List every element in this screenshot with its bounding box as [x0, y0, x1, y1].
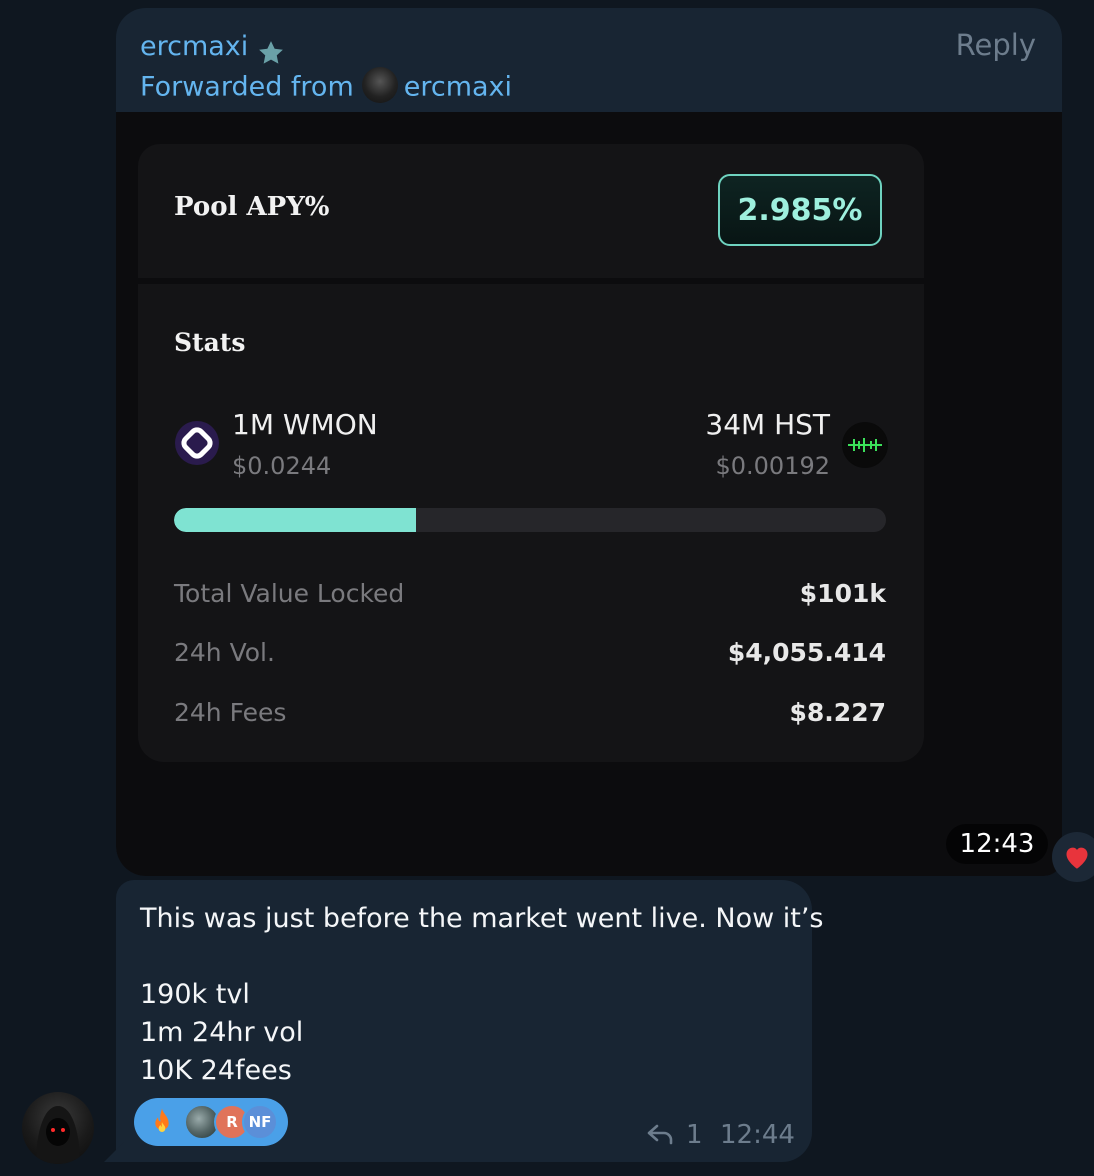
message-header: ercmaxi Reply Forwarded from ercmaxi: [116, 8, 1062, 112]
token-b-price: $0.00192: [715, 452, 830, 480]
message-time: 12:43: [946, 824, 1048, 864]
stat-label: 24h Vol.: [174, 637, 275, 667]
text-message-bubble[interactable]: This was just before the market went liv…: [116, 880, 824, 1162]
bubble-tail: [104, 1142, 124, 1162]
avatar[interactable]: [22, 1092, 94, 1164]
token-a-amount: 1M WMON: [232, 408, 378, 441]
forwarded-message-bubble[interactable]: ercmaxi Reply Forwarded from ercmaxi Pool…: [116, 8, 1062, 876]
forwarded-prefix: Forwarded from: [140, 71, 354, 103]
stats-card: Stats 1M WMON $0.0244 34M HST $0.00192 T…: [138, 284, 924, 762]
forwarded-from-line[interactable]: Forwarded from ercmaxi: [140, 67, 513, 106]
forwarded-avatar: [361, 67, 398, 103]
pool-ratio-bar: [174, 508, 886, 532]
star-icon: [259, 41, 283, 64]
message-text-line: 10K 24fees: [140, 1055, 292, 1086]
hooded-figure-icon: [36, 1106, 80, 1164]
stat-value: $4,055.414: [727, 637, 886, 667]
message-time: 12:44: [720, 1120, 795, 1150]
reactions-pill[interactable]: R NF: [134, 1098, 288, 1146]
stat-row-fees: 24h Fees $8.227: [174, 695, 886, 729]
stats-title: Stats: [174, 328, 246, 357]
message-text-line: 190k tvl: [140, 979, 250, 1010]
reply-arrow-icon[interactable]: [646, 1122, 674, 1146]
stat-label: 24h Fees: [174, 697, 287, 727]
reply-count[interactable]: 1: [686, 1120, 703, 1150]
forwarded-from-name: ercmaxi: [403, 71, 513, 103]
wmon-icon: [175, 421, 219, 465]
stat-row-tvl: Total Value Locked $101k: [174, 576, 886, 610]
stat-label: Total Value Locked: [174, 578, 405, 608]
stat-value: $101k: [799, 578, 886, 608]
chat-view: ercmaxi Reply Forwarded from ercmaxi Pool…: [0, 0, 1094, 1176]
stat-value: $8.227: [789, 697, 886, 727]
message-text-line: 1m 24hr vol: [140, 1017, 304, 1048]
reply-button[interactable]: Reply: [956, 28, 1036, 62]
heart-icon: [1066, 847, 1088, 869]
token-b-amount: 34M HST: [705, 408, 830, 441]
heart-reaction[interactable]: [1052, 832, 1094, 882]
pool-ratio-fill: [174, 508, 417, 532]
pool-apy-card: Pool APY% 2.985%: [138, 144, 924, 278]
hst-icon: [842, 422, 888, 468]
token-a-price: $0.0244: [232, 452, 332, 480]
pool-apy-label: Pool APY%: [174, 192, 330, 222]
forwarded-image[interactable]: Pool APY% 2.985% Stats 1M WMON $0.0244 3…: [116, 112, 1062, 876]
pool-apy-value: 2.985%: [718, 174, 882, 246]
message-text-line: This was just before the market went liv…: [140, 903, 824, 934]
stat-row-volume: 24h Vol. $4,055.414: [174, 635, 886, 669]
fire-icon: [155, 1108, 169, 1132]
sender-name[interactable]: ercmaxi: [140, 32, 248, 62]
reaction-avatar: NF: [242, 1104, 278, 1140]
